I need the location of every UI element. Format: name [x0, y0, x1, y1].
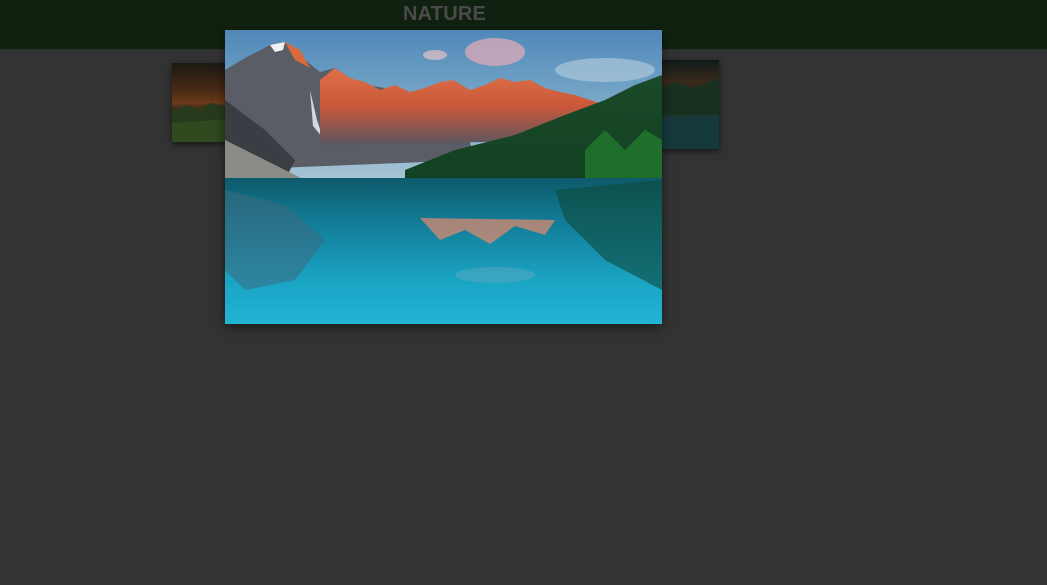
sunset-lake-image [172, 63, 232, 142]
gallery-thumbnail-right[interactable] [656, 60, 719, 149]
page-title: NATURE [403, 3, 487, 25]
sunset-valley-image [656, 60, 719, 149]
gallery-thumbnail-left[interactable] [172, 63, 232, 142]
gallery-main-image[interactable] [225, 30, 662, 324]
mountain-lake-image [225, 30, 662, 324]
